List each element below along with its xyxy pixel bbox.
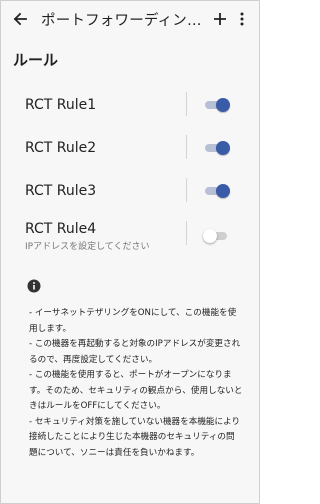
page-title: ポートフォワーディン… — [41, 12, 202, 29]
rule-toggle-switch[interactable] — [203, 228, 231, 244]
divider — [186, 178, 187, 202]
divider — [186, 92, 187, 116]
screen: ポートフォワーディン… ルール RCT Rule1 RCT Rule2 RCT Ru… — [0, 0, 260, 504]
rule-toggle-switch[interactable] — [203, 183, 231, 199]
switch-thumb — [203, 229, 217, 243]
section-title: ルール — [13, 51, 59, 69]
notes: - イーサネットテザリングをONにして、この機能を使用します。 - この機器を再起… — [29, 306, 243, 461]
note-item: - セキュリティ対策を施していない機器を本機能により接続したことにより生じた本機… — [29, 416, 241, 458]
divider — [186, 221, 187, 245]
rule-row[interactable]: RCT Rule1 — [1, 83, 259, 126]
switch-thumb — [216, 140, 230, 155]
rule-list: RCT Rule1 RCT Rule2 RCT Rule3 RCT Rule4 IPアド… — [1, 83, 259, 260]
note-item: - この機能を使用すると、ポートがオープンになります。そのため、セキュリティの観… — [29, 370, 243, 411]
rule-row[interactable]: RCT Rule3 — [1, 169, 259, 212]
rule-row[interactable]: RCT Rule2 — [1, 126, 259, 169]
divider — [186, 135, 187, 159]
rule-toggle-switch[interactable] — [203, 97, 231, 113]
switch-thumb — [216, 97, 230, 112]
note-item: - イーサネットテザリングをONにして、この機能を使用します。 — [29, 308, 237, 334]
rule-toggle-switch[interactable] — [203, 140, 231, 156]
app-bar: ポートフォワーディン… — [1, 1, 259, 37]
info-icon — [27, 278, 41, 293]
more-vert-icon[interactable] — [231, 6, 253, 32]
note-item: - この機器を再起動すると対象のIPアドレスが変更されるので、再度設定してくださ… — [29, 339, 241, 365]
rule-row[interactable]: RCT Rule4 IPアドレスを設定してください — [1, 212, 259, 260]
plus-icon[interactable] — [209, 6, 231, 32]
switch-thumb — [216, 183, 230, 198]
back-arrow-icon[interactable] — [7, 6, 33, 32]
